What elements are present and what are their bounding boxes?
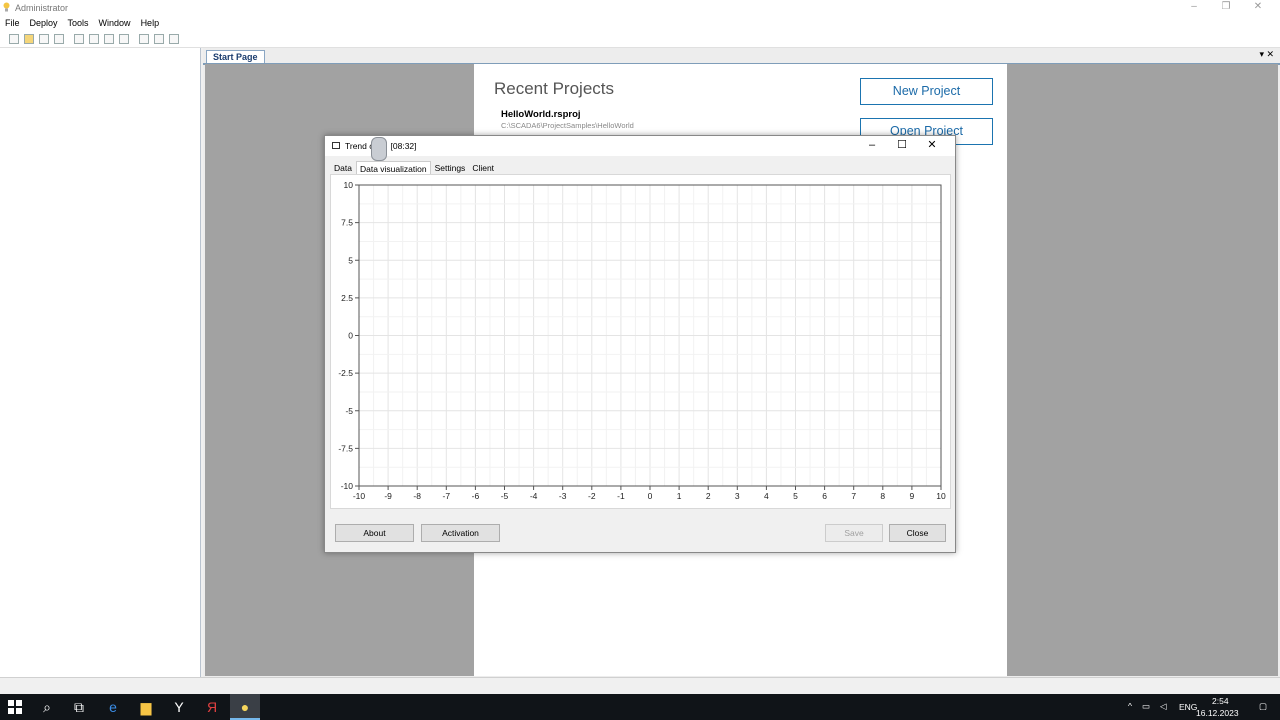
dialog-minimize-button[interactable]: – — [857, 138, 887, 153]
save-all-icon[interactable] — [54, 34, 64, 44]
search-taskbar-icon[interactable]: ⌕ — [38, 698, 56, 716]
status-bar — [0, 677, 1280, 695]
y-tick-label: 0 — [348, 331, 353, 341]
recent-project-path: C:\SCADA6\ProjectSamples\HelloWorld — [501, 121, 634, 130]
taskbar: ⌕ ⧉ e ▆ Y Я ● ^ ▭ ◁ ENG 2:54 16.12.2023 … — [0, 694, 1280, 720]
open-folder-icon[interactable] — [24, 34, 34, 44]
menu-bar: File Deploy Tools Window Help — [0, 16, 1280, 31]
y-tick-label: -5 — [345, 406, 353, 416]
x-tick-label: 6 — [822, 491, 827, 501]
x-tick-label: 0 — [648, 491, 653, 501]
x-tick-label: 7 — [851, 491, 856, 501]
new-project-button[interactable]: New Project — [860, 78, 993, 105]
save-icon[interactable] — [39, 34, 49, 44]
recent-project-link[interactable]: HelloWorld.rsproj — [501, 109, 581, 120]
app-title: Administrator — [15, 3, 69, 13]
restore-button[interactable]: ❐ — [1210, 0, 1242, 14]
x-tick-label: -1 — [617, 491, 625, 501]
search-icon[interactable] — [169, 34, 179, 44]
x-tick-label: -5 — [501, 491, 509, 501]
x-tick-label: 9 — [910, 491, 915, 501]
minimize-button[interactable]: – — [1178, 0, 1210, 14]
x-tick-label: -8 — [413, 491, 421, 501]
x-tick-label: 3 — [735, 491, 740, 501]
document-tab-controls[interactable]: ▾ ✕ — [1259, 49, 1274, 60]
x-tick-label: -3 — [559, 491, 567, 501]
explorer-panel — [0, 48, 201, 677]
volume-icon[interactable]: ◁ — [1160, 701, 1167, 712]
deploy-icon[interactable] — [139, 34, 149, 44]
lightbulb-icon — [3, 2, 10, 12]
mouse-cursor-icon — [371, 137, 387, 161]
x-tick-label: -4 — [530, 491, 538, 501]
edge-browser-icon[interactable]: e — [104, 698, 122, 716]
x-tick-label: -10 — [353, 491, 366, 501]
x-tick-label: -6 — [472, 491, 480, 501]
paste-icon[interactable] — [104, 34, 114, 44]
y-tick-label: -10 — [341, 481, 354, 491]
dialog-close-icon[interactable]: ✕ — [917, 138, 947, 153]
y-tick-label: 10 — [344, 180, 354, 190]
clock-time[interactable]: 2:54 — [1212, 696, 1229, 706]
x-tick-label: 8 — [880, 491, 885, 501]
window-controls: – ❐ ✕ — [1178, 0, 1274, 14]
recent-projects-heading: Recent Projects — [494, 79, 614, 98]
close-button[interactable]: Close — [889, 524, 946, 542]
copy-icon[interactable] — [89, 34, 99, 44]
yandex-browser-icon[interactable]: Y — [170, 698, 188, 716]
clock-date[interactable]: 16.12.2023 — [1196, 708, 1239, 718]
save-button[interactable]: Save — [825, 524, 883, 542]
task-view-icon[interactable]: ⧉ — [70, 698, 88, 716]
x-tick-label: 2 — [706, 491, 711, 501]
view-icon[interactable] — [119, 34, 129, 44]
trend-chart[interactable]: -10 -9 -8 -7 -6 -5 -4 -3 -2 -1 0 1 2 3 4 5 6 7 8 9 10107.552… — [331, 175, 950, 508]
y-tick-label: 7.5 — [341, 218, 353, 228]
cut-icon[interactable] — [74, 34, 84, 44]
system-tray: ^ ▭ ◁ ENG 2:54 16.12.2023 ▢ — [1120, 694, 1280, 720]
menu-deploy[interactable]: Deploy — [25, 16, 63, 31]
scada-app-icon[interactable]: ● — [236, 698, 254, 716]
close-window-button[interactable]: ✕ — [1242, 0, 1274, 14]
window-icon — [332, 142, 340, 149]
x-tick-label: 4 — [764, 491, 769, 501]
notifications-icon[interactable]: ▢ — [1259, 701, 1267, 712]
about-button[interactable]: About — [335, 524, 414, 542]
app-titlebar: Administrator – ❐ ✕ — [0, 0, 1280, 16]
y-tick-label: -7.5 — [338, 443, 353, 453]
x-tick-label: -9 — [384, 491, 392, 501]
menu-window[interactable]: Window — [94, 16, 136, 31]
x-tick-label: -2 — [588, 491, 596, 501]
menu-file[interactable]: File — [0, 16, 25, 31]
x-tick-label: 10 — [936, 491, 946, 501]
language-indicator[interactable]: ENG — [1179, 702, 1197, 712]
dialog-titlebar[interactable]: Trend c [08:32] – ☐ ✕ — [325, 136, 955, 156]
windows-start-icon[interactable] — [8, 700, 22, 714]
toolbar — [0, 31, 1280, 48]
menu-help[interactable]: Help — [136, 16, 165, 31]
trend-dialog: Trend c [08:32] – ☐ ✕ Data Data visualiza… — [324, 135, 956, 553]
yandex-icon[interactable]: Я — [203, 698, 221, 716]
y-tick-label: 2.5 — [341, 293, 353, 303]
visualization-tab-page: -10 -9 -8 -7 -6 -5 -4 -3 -2 -1 0 1 2 3 4 5 6 7 8 9 10 10 7.5 5 2… — [330, 174, 951, 509]
x-tick-label: -7 — [443, 491, 451, 501]
menu-tools[interactable]: Tools — [63, 16, 94, 31]
new-file-icon[interactable] — [9, 34, 19, 44]
network-icon[interactable]: ▭ — [1142, 701, 1150, 712]
file-explorer-icon[interactable]: ▆ — [137, 698, 155, 716]
tray-chevron-icon[interactable]: ^ — [1128, 701, 1132, 711]
x-tick-label: 5 — [793, 491, 798, 501]
activation-button[interactable]: Activation — [421, 524, 500, 542]
dialog-maximize-button[interactable]: ☐ — [887, 138, 917, 153]
undo-icon[interactable] — [154, 34, 164, 44]
dialog-window-controls: – ☐ ✕ — [857, 138, 947, 153]
y-tick-label: 5 — [348, 255, 353, 265]
tab-start-page[interactable]: Start Page — [206, 50, 265, 64]
x-tick-label: 1 — [677, 491, 682, 501]
y-tick-label: -2.5 — [338, 368, 353, 378]
